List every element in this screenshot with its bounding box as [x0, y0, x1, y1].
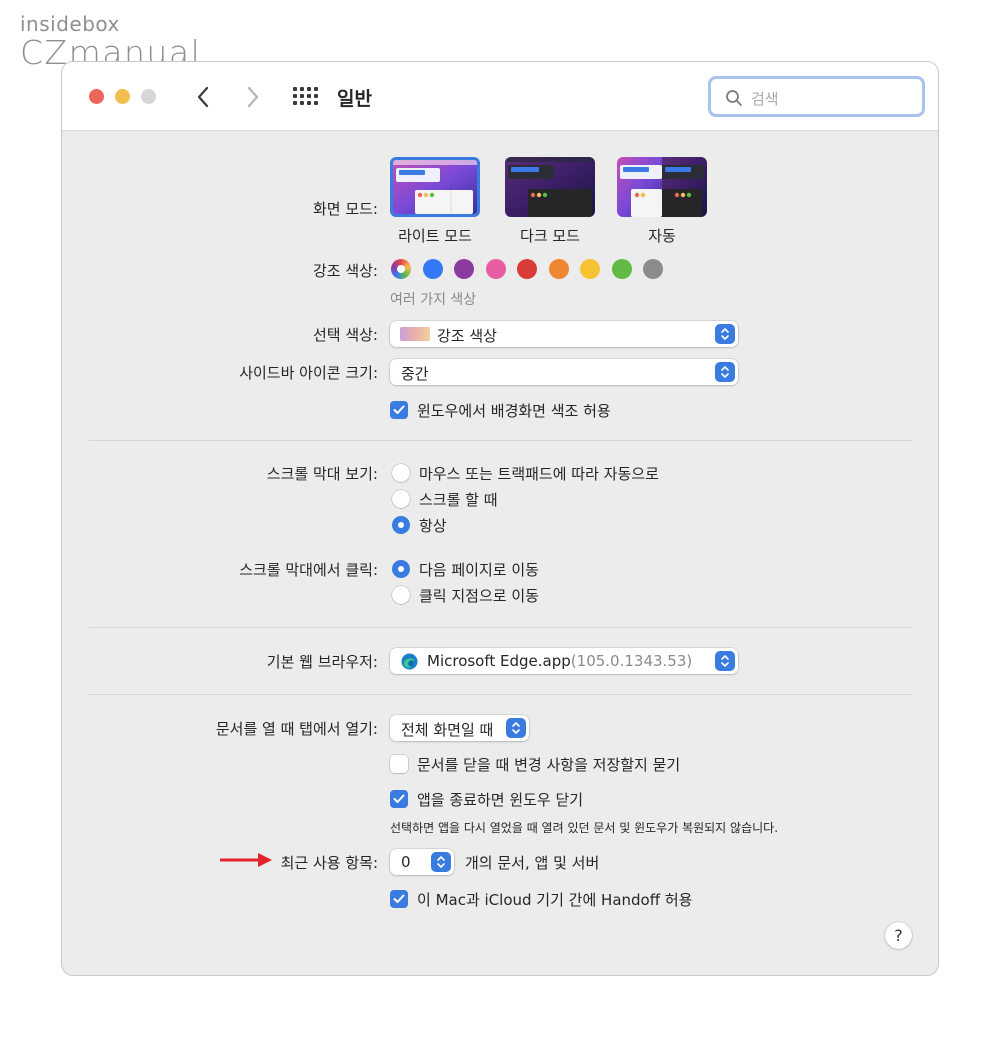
wallpaper-tint-label: 윈도우에서 배경화면 색조 허용 — [417, 402, 611, 420]
section-divider — [89, 627, 913, 628]
title-bar: 일반 검색 — [62, 62, 938, 131]
scrollbars-always-radio[interactable] — [392, 516, 410, 534]
recent-items-popup[interactable]: 0 — [390, 849, 454, 875]
appearance-dark-thumbnail[interactable] — [505, 157, 595, 217]
scrollbars-always-label: 항상 — [419, 517, 447, 535]
appearance-light-label: 라이트 모드 — [398, 227, 472, 245]
ask-save-checkbox[interactable] — [390, 755, 408, 773]
close-window-button[interactable] — [89, 89, 104, 104]
handoff-checkbox[interactable] — [390, 890, 408, 908]
appearance-auto-label: 자동 — [648, 227, 676, 245]
appearance-auto-thumbnail[interactable] — [617, 157, 707, 217]
light-mode-preview — [393, 160, 477, 214]
popup-arrows-icon — [431, 852, 451, 872]
prefer-tabs-value: 전체 화면일 때 — [401, 721, 494, 739]
scrollbars-scrolling-label: 스크롤 할 때 — [419, 491, 498, 509]
close-windows-checkbox[interactable] — [390, 790, 408, 808]
checkmark-icon — [393, 894, 405, 903]
sidebar-icon-size-popup[interactable]: 중간 — [390, 359, 738, 385]
click-spot-radio[interactable] — [392, 586, 410, 604]
close-windows-note: 선택하면 앱을 다시 열었을 때 열려 있던 문서 및 윈도우가 복원되지 않습… — [390, 821, 779, 835]
accent-yellow-swatch[interactable] — [580, 259, 600, 279]
appearance-light-thumbnail[interactable] — [390, 157, 480, 217]
accent-pink-swatch[interactable] — [486, 259, 506, 279]
back-button[interactable] — [191, 83, 215, 111]
prefer-tabs-popup[interactable]: 전체 화면일 때 — [390, 715, 529, 741]
scrollbar-click-label: 스크롤 막대에서 클릭: — [239, 561, 378, 579]
appearance-dark-label: 다크 모드 — [520, 227, 580, 245]
search-input[interactable]: 검색 — [708, 76, 925, 117]
accent-selected-name: 여러 가지 색상 — [390, 292, 477, 308]
accent-orange-swatch[interactable] — [549, 259, 569, 279]
popup-arrows-icon — [715, 362, 735, 382]
auto-mode-preview — [617, 157, 707, 217]
sidebar-icon-size-label: 사이드바 아이콘 크기: — [239, 364, 378, 382]
preferences-window: 일반 검색 화면 모드: 라이트 모드 다크 모드 자동 강조 색상: 여러 가… — [61, 61, 939, 976]
accent-color-label: 강조 색상: — [312, 262, 378, 280]
scrollbars-scrolling-radio[interactable] — [392, 490, 410, 508]
minimize-window-button[interactable] — [115, 89, 130, 104]
forward-button[interactable] — [241, 83, 265, 111]
accent-red-swatch[interactable] — [517, 259, 537, 279]
accent-blue-swatch[interactable] — [423, 259, 443, 279]
default-browser-version: (105.0.1343.53) — [570, 652, 693, 670]
handoff-label: 이 Mac과 iCloud 기기 간에 Handoff 허용 — [417, 891, 693, 909]
dark-mode-preview — [505, 157, 595, 217]
click-spot-label: 클릭 지점으로 이동 — [419, 587, 539, 605]
chevron-right-icon — [247, 86, 259, 108]
recent-items-label: 최근 사용 항목: — [280, 854, 378, 872]
prefer-tabs-label: 문서를 열 때 탭에서 열기: — [215, 720, 378, 738]
wallpaper-tint-checkbox[interactable] — [390, 401, 408, 419]
recent-items-suffix: 개의 문서, 앱 및 서버 — [465, 854, 600, 872]
search-icon — [726, 90, 742, 106]
edge-browser-icon — [401, 653, 418, 670]
highlight-color-popup[interactable]: 강조 색상 — [390, 321, 738, 347]
scrollbars-auto-radio[interactable] — [392, 464, 410, 482]
show-all-grid-icon[interactable] — [293, 87, 319, 107]
section-divider — [89, 694, 913, 695]
sidebar-icon-size-value: 중간 — [401, 365, 429, 383]
search-placeholder: 검색 — [751, 90, 779, 108]
popup-arrows-icon — [715, 324, 735, 344]
window-title: 일반 — [337, 88, 372, 110]
annotation-arrow-icon — [220, 853, 272, 867]
show-scrollbars-label: 스크롤 막대 보기: — [266, 465, 378, 483]
highlight-color-value: 강조 색상 — [437, 327, 497, 345]
zoom-window-button[interactable] — [141, 89, 156, 104]
default-browser-app: Microsoft Edge.app — [427, 652, 571, 670]
checkmark-icon — [393, 794, 405, 803]
close-windows-label: 앱을 종료하면 윈도우 닫기 — [417, 791, 584, 809]
recent-items-value: 0 — [401, 853, 411, 871]
popup-arrows-icon — [715, 651, 735, 671]
checkmark-icon — [393, 405, 405, 414]
popup-arrows-icon — [506, 718, 526, 738]
chevron-left-icon — [197, 86, 209, 108]
default-browser-label: 기본 웹 브라우저: — [266, 653, 378, 671]
click-next-page-radio[interactable] — [392, 560, 410, 578]
default-browser-popup[interactable]: Microsoft Edge.app(105.0.1343.53) — [390, 648, 738, 674]
accent-multicolor-swatch[interactable] — [391, 259, 411, 279]
accent-graphite-swatch[interactable] — [643, 259, 663, 279]
section-divider — [89, 440, 913, 441]
highlight-swatch — [400, 327, 430, 341]
appearance-label: 화면 모드: — [312, 200, 378, 218]
click-next-page-label: 다음 페이지로 이동 — [419, 561, 539, 579]
scrollbars-auto-label: 마우스 또는 트랙패드에 따라 자동으로 — [419, 465, 659, 483]
help-button[interactable]: ? — [885, 922, 912, 949]
accent-green-swatch[interactable] — [612, 259, 632, 279]
ask-save-label: 문서를 닫을 때 변경 사항을 저장할지 묻기 — [417, 756, 681, 774]
accent-purple-swatch[interactable] — [454, 259, 474, 279]
highlight-color-label: 선택 색상: — [312, 326, 378, 344]
